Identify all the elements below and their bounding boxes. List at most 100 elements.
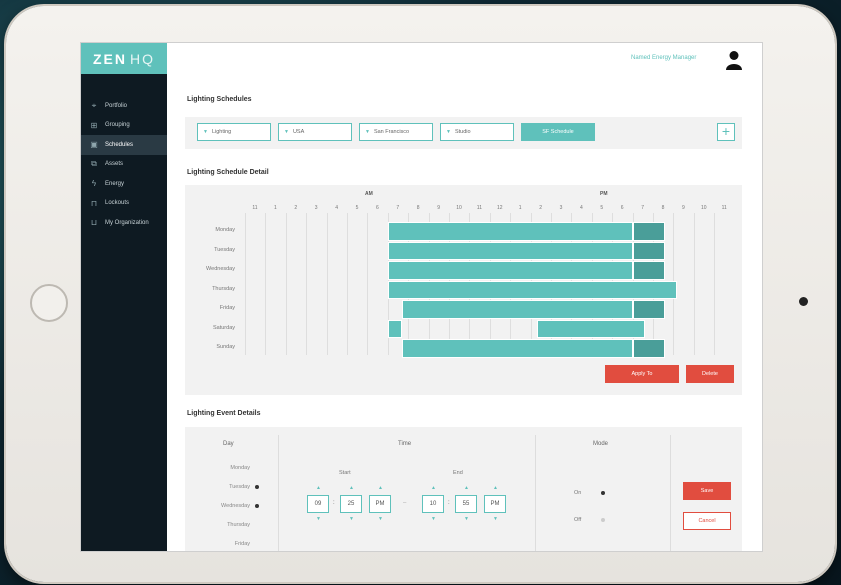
- start-minute-stepper[interactable]: 25: [340, 495, 362, 513]
- filter-city[interactable]: ▼ San Francisco: [359, 123, 433, 141]
- hour-label: 8: [416, 205, 420, 211]
- schedule-bar[interactable]: [387, 222, 633, 241]
- mode-on-radio[interactable]: [601, 491, 605, 495]
- hour-label: 2: [539, 205, 542, 211]
- start-min-up-icon[interactable]: ▲: [349, 485, 354, 491]
- am-label: AM: [365, 191, 373, 197]
- grid-line: [245, 213, 246, 355]
- end-hour-down-icon[interactable]: ▼: [431, 516, 436, 522]
- user-name[interactable]: Named Energy Manager: [631, 55, 696, 61]
- mode-off-radio[interactable]: [601, 518, 605, 522]
- grid-line: [347, 213, 348, 355]
- schedule-bar[interactable]: [402, 339, 633, 358]
- sidebar-item-label: Energy: [105, 180, 125, 187]
- end-min-down-icon[interactable]: ▼: [464, 516, 469, 522]
- end-min-up-icon[interactable]: ▲: [464, 485, 469, 491]
- event-day-selected-dot[interactable]: [255, 504, 259, 508]
- cancel-button[interactable]: Cancel: [683, 512, 731, 530]
- app-screen: ZEN HQ ⌖ Portfolio ⊞ Grouping ▣ Schedules ⧉ Ass…: [80, 42, 763, 552]
- schedule-bar-handle[interactable]: [632, 339, 666, 358]
- grid-line: [367, 213, 369, 355]
- save-button[interactable]: Save: [683, 482, 731, 500]
- event-day-label[interactable]: Tuesday: [195, 484, 250, 490]
- start-ampm-down-icon[interactable]: ▼: [378, 516, 383, 522]
- end-ampm-up-icon[interactable]: ▲: [493, 485, 498, 491]
- assets-icon: ⧉: [91, 159, 97, 169]
- start-label: Start: [339, 470, 351, 476]
- schedule-bar[interactable]: [536, 319, 645, 338]
- pm-label: PM: [600, 191, 608, 197]
- column-divider: [535, 435, 536, 551]
- hour-label: 9: [437, 205, 440, 211]
- filter-category[interactable]: ▼ Lighting: [197, 123, 271, 141]
- app-logo[interactable]: ZEN HQ: [81, 43, 167, 74]
- hour-label: 2: [294, 205, 298, 211]
- event-day-label[interactable]: Wednesday: [195, 503, 250, 509]
- schedule-select-button[interactable]: SF Schedule: [521, 123, 595, 141]
- sidebar-item-portfolio[interactable]: ⌖ Portfolio: [81, 96, 167, 116]
- start-ampm-stepper[interactable]: PM: [369, 495, 391, 513]
- end-minute-stepper[interactable]: 55: [455, 495, 477, 513]
- delete-button[interactable]: Delete: [686, 365, 734, 383]
- end-ampm-down-icon[interactable]: ▼: [493, 516, 498, 522]
- start-hour-down-icon[interactable]: ▼: [316, 516, 321, 522]
- sidebar-item-grouping[interactable]: ⊞ Grouping: [81, 116, 167, 136]
- filter-location-value: Studio: [454, 129, 471, 135]
- schedule-bar[interactable]: [387, 241, 633, 260]
- sidebar: ZEN HQ ⌖ Portfolio ⊞ Grouping ▣ Schedules ⧉ Ass…: [81, 43, 167, 551]
- time-separator: :: [333, 500, 335, 506]
- hour-label: 1: [274, 205, 277, 211]
- hour-label: 11: [476, 205, 482, 211]
- end-label: End: [453, 470, 463, 476]
- start-hour-stepper[interactable]: 09: [307, 495, 329, 513]
- event-day-selected-dot[interactable]: [255, 485, 259, 489]
- logo-sub: HQ: [130, 50, 155, 67]
- schedule-detail-panel: AM PM 11 1 2 3 4 5 6 7 8 9 10 11 12 1 2 3 4 5 6 7 8 9 10 11 Mond…: [185, 185, 742, 395]
- sidebar-item-label: Assets: [105, 161, 124, 168]
- home-button[interactable]: [30, 284, 68, 322]
- filter-location[interactable]: ▼ Studio: [440, 123, 514, 141]
- schedule-bar[interactable]: [402, 300, 633, 319]
- energy-icon: ϟ: [91, 179, 97, 189]
- hour-label: 10: [701, 205, 707, 211]
- event-details-panel: Day Time Mode Monday Tuesday Wednesday Thur…: [185, 427, 742, 551]
- sidebar-item-energy[interactable]: ϟ Energy: [81, 174, 167, 194]
- end-hour-up-icon[interactable]: ▲: [431, 485, 436, 491]
- start-hour-up-icon[interactable]: ▲: [316, 485, 321, 491]
- mode-off-label: Off: [574, 517, 582, 523]
- schedule-bar[interactable]: [387, 261, 633, 280]
- sidebar-item-label: Portfolio: [105, 102, 128, 109]
- sidebar-item-lockouts[interactable]: ⊓ Lockouts: [81, 194, 167, 214]
- camera-icon: [799, 297, 808, 306]
- schedule-bar-handle[interactable]: [632, 241, 666, 260]
- calendar-icon: ▣: [90, 140, 98, 150]
- schedule-bar-handle[interactable]: [632, 222, 666, 241]
- start-ampm-up-icon[interactable]: ▲: [378, 485, 383, 491]
- schedules-filter-panel: ▼ Lighting ▼ USA ▼ San Francisco ▼ Studi…: [185, 117, 742, 149]
- day-label: Wednesday: [206, 266, 235, 272]
- hour-label: 5: [355, 205, 359, 211]
- sidebar-item-label: My Organization: [105, 219, 149, 226]
- schedule-bar[interactable]: [387, 280, 678, 299]
- schedule-bar-handle[interactable]: [632, 300, 666, 319]
- hour-label: 7: [641, 205, 644, 211]
- event-day-label[interactable]: Thursday: [195, 522, 250, 528]
- event-day-label[interactable]: Monday: [195, 465, 250, 471]
- chevron-down-icon: ▼: [446, 129, 451, 135]
- event-day-label[interactable]: Friday: [195, 541, 250, 547]
- sidebar-item-label: Schedules: [105, 141, 134, 148]
- filter-country[interactable]: ▼ USA: [278, 123, 352, 141]
- filter-category-value: Lighting: [211, 129, 232, 135]
- schedule-detail-title: Lighting Schedule Detail: [187, 169, 269, 176]
- end-hour-stepper[interactable]: 10: [422, 495, 444, 513]
- sidebar-item-my-organization[interactable]: ⊔ My Organization: [81, 213, 167, 233]
- apply-to-button[interactable]: Apply To: [605, 365, 679, 383]
- start-min-down-icon[interactable]: ▼: [349, 516, 354, 522]
- sidebar-item-assets[interactable]: ⧉ Assets: [81, 155, 167, 175]
- sidebar-item-schedules[interactable]: ▣ Schedules: [81, 135, 167, 155]
- add-schedule-button[interactable]: +: [717, 123, 735, 141]
- schedule-bar-handle[interactable]: [632, 261, 666, 280]
- schedule-bar[interactable]: [387, 319, 403, 338]
- end-ampm-stepper[interactable]: PM: [484, 495, 506, 513]
- user-avatar-icon[interactable]: [726, 50, 742, 70]
